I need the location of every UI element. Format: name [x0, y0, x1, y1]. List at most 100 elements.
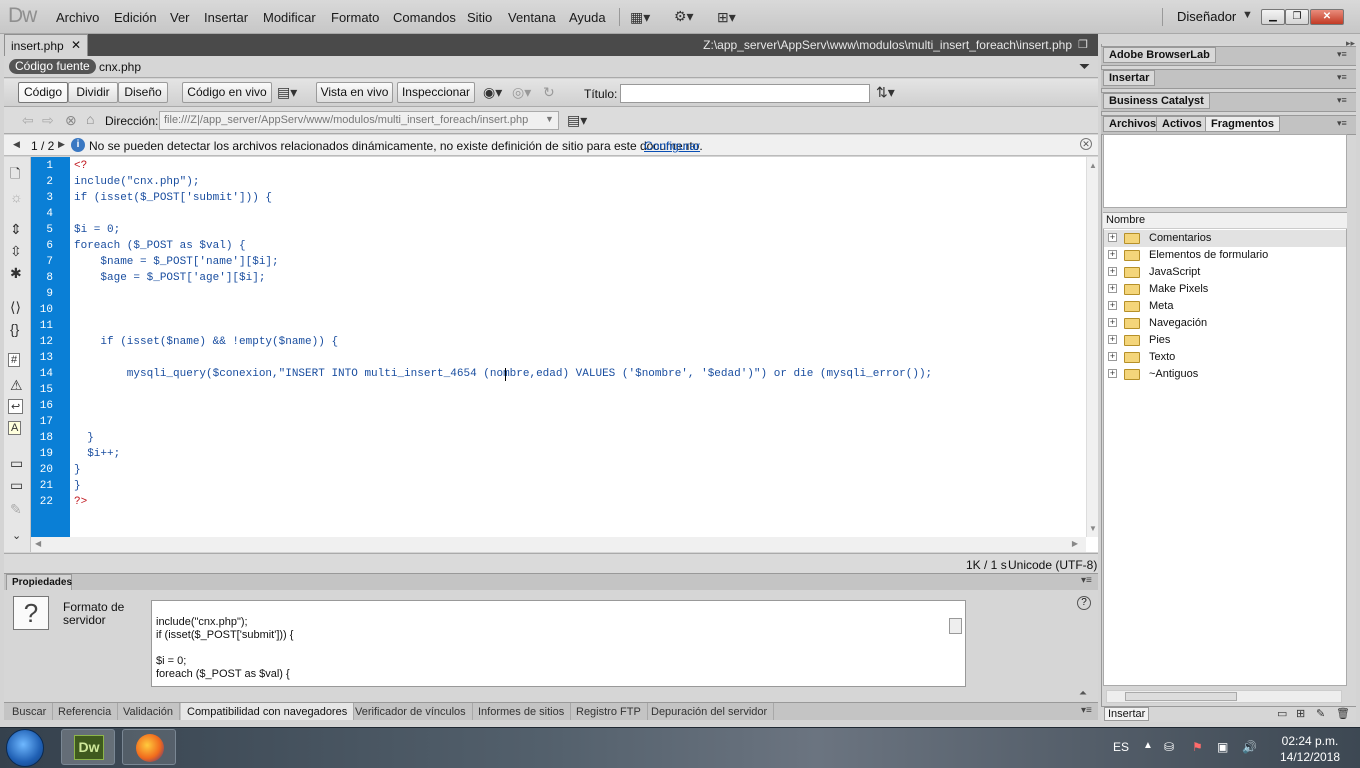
scroll-up-icon[interactable]: ▲ — [1089, 161, 1097, 170]
collapse-selection-icon[interactable]: ⇳ — [10, 243, 22, 260]
gear-icon[interactable]: ⚙▾ — [674, 8, 694, 25]
properties-tab[interactable]: Propiedades — [6, 574, 72, 590]
live-view-options-icon[interactable]: ▤▾ — [277, 84, 297, 101]
code-line[interactable]: if (isset($name) && !empty($name)) { — [74, 336, 338, 348]
balance-braces-icon[interactable]: {} — [10, 321, 19, 337]
code-line[interactable]: } — [74, 480, 81, 492]
new-snippet-icon[interactable]: ⊞ — [1296, 707, 1305, 720]
select-parent-tag-icon[interactable]: ⟨⟩ — [10, 299, 21, 316]
browser-options-icon[interactable]: ▤▾ — [567, 112, 587, 129]
expand-icon[interactable]: + — [1108, 284, 1117, 293]
snippet-folder[interactable]: + Pies — [1104, 332, 1346, 349]
panel-options-icon[interactable]: ▾≡ — [1337, 49, 1347, 60]
business-catalyst-tab[interactable]: Business Catalyst — [1103, 93, 1210, 109]
tab-compatibilidad[interactable]: Compatibilidad con navegadores — [181, 703, 355, 720]
snippet-folder[interactable]: + Meta — [1104, 298, 1346, 315]
expand-icon[interactable]: + — [1108, 301, 1117, 310]
snippets-horizontal-scrollbar[interactable] — [1106, 690, 1342, 703]
file-management-icon[interactable]: ⇅▾ — [876, 84, 895, 101]
tab-informes[interactable]: Informes de sitios — [472, 703, 572, 720]
menu-ver[interactable]: Ver — [170, 10, 190, 25]
snippet-folder[interactable]: + Comentarios — [1104, 230, 1346, 247]
insert-snippet-button[interactable]: Insertar — [1104, 707, 1150, 721]
view-split-button[interactable]: Dividir — [68, 82, 118, 103]
view-design-button[interactable]: Diseño — [118, 82, 168, 103]
open-documents-icon[interactable]: 🗋 — [10, 165, 20, 187]
address-input[interactable]: file:///Z|/app_server/AppServ/www/modulo… — [159, 111, 559, 130]
tab-verificador[interactable]: Verificador de vínculos — [349, 703, 473, 720]
code-line[interactable]: include("cnx.php"); — [74, 176, 199, 188]
show-hidden-icons[interactable]: ▲ — [1143, 740, 1153, 751]
snippet-folder[interactable]: + Navegación — [1104, 315, 1346, 332]
live-view-button[interactable]: Vista en vivo — [316, 82, 393, 103]
code-line[interactable]: if (isset($_POST['submit'])) { — [74, 192, 272, 204]
snippet-folder[interactable]: + ~Antiguos — [1104, 366, 1346, 383]
source-code-tab[interactable]: Código fuente — [9, 59, 96, 74]
forward-icon[interactable]: ⇨ — [42, 112, 54, 129]
highlight-invalid-icon[interactable]: ⚠ — [10, 377, 23, 394]
line-numbers-icon[interactable]: # — [8, 353, 21, 367]
menu-formato[interactable]: Formato — [331, 10, 379, 25]
live-code-button[interactable]: Código en vivo — [182, 82, 272, 103]
code-line[interactable]: $i = 0; — [74, 224, 120, 236]
tab-registro-ftp[interactable]: Registro FTP — [570, 703, 648, 720]
code-line[interactable]: $i++; — [74, 448, 120, 460]
code-editor[interactable] — [4, 157, 1098, 552]
filter-icon[interactable]: ⏷ — [1079, 58, 1090, 75]
code-line[interactable]: $age = $_POST['age'][$i]; — [74, 272, 265, 284]
remove-comment-icon[interactable]: ▭ — [10, 477, 23, 494]
expand-icon[interactable]: + — [1108, 318, 1117, 327]
system-clock[interactable]: 02:24 p.m. 14/12/2018 — [1270, 733, 1350, 765]
new-folder-icon[interactable]: ▭ — [1277, 707, 1287, 720]
code-line[interactable]: } — [74, 432, 94, 444]
tab-fragmentos[interactable]: Fragmentos — [1205, 116, 1280, 132]
word-wrap-icon[interactable]: ↩ — [8, 399, 24, 414]
wrap-tag-icon[interactable]: ✎ — [10, 501, 22, 518]
back-icon[interactable]: ⇦ — [22, 112, 34, 129]
panel-options-icon[interactable]: ▾≡ — [1337, 95, 1347, 106]
snippet-folder[interactable]: + JavaScript — [1104, 264, 1346, 281]
expand-icon[interactable]: + — [1108, 369, 1117, 378]
menu-ayuda[interactable]: Ayuda — [569, 10, 606, 25]
prev-related-icon[interactable]: ◀ — [13, 139, 20, 150]
scroll-down-icon[interactable]: ▼ — [1089, 524, 1097, 533]
code-line[interactable]: } — [74, 464, 81, 476]
taskbar-firefox[interactable] — [122, 729, 176, 765]
apply-comment-icon[interactable]: ▭ — [10, 455, 23, 472]
inspect-button[interactable]: Inspeccionar — [397, 82, 475, 103]
code-line[interactable]: foreach ($_POST as $val) { — [74, 240, 246, 252]
start-button[interactable] — [6, 729, 44, 767]
tab-buscar[interactable]: Buscar — [6, 703, 54, 720]
expand-panel-icon[interactable]: ⏶ — [1079, 688, 1087, 699]
editor-vertical-scrollbar[interactable]: ▲ ▼ — [1086, 157, 1098, 537]
expand-icon[interactable]: + — [1108, 335, 1117, 344]
help-icon[interactable]: ? — [1077, 596, 1091, 610]
tab-activos[interactable]: Activos — [1156, 116, 1208, 132]
close-info-icon[interactable]: ✕ — [1080, 138, 1092, 150]
expand-icon[interactable]: + — [1108, 233, 1117, 242]
more-tools-icon[interactable]: ⌄ — [12, 529, 21, 542]
panel-options-icon[interactable]: ▾≡ — [1337, 118, 1347, 129]
scroll-right-icon[interactable]: ▶ — [1072, 539, 1078, 548]
results-menu-icon[interactable]: ▾≡ — [1081, 705, 1092, 716]
scroll-thumb[interactable] — [1125, 692, 1237, 701]
maximize-button[interactable]: ❐ — [1285, 9, 1309, 25]
expand-icon[interactable]: + — [1108, 352, 1117, 361]
network-tray-icon[interactable]: ⛁ — [1164, 740, 1174, 754]
panel-options-icon[interactable]: ▾≡ — [1337, 72, 1347, 83]
code-line[interactable]: <? — [74, 160, 87, 172]
stop-icon[interactable]: ⊗ — [65, 112, 77, 129]
tab-archivos[interactable]: Archivos — [1103, 116, 1163, 132]
expand-all-icon[interactable]: ✱ — [10, 265, 22, 282]
tab-validacion[interactable]: Validación — [117, 703, 180, 720]
site-icon[interactable]: ⊞▾ — [717, 9, 736, 26]
chevron-down-icon[interactable]: ▼ — [1242, 9, 1253, 21]
workspace-switcher[interactable]: Diseñador — [1177, 9, 1236, 24]
snippet-folder[interactable]: + Elementos de formulario — [1104, 247, 1346, 264]
menu-archivo[interactable]: Archivo — [56, 10, 99, 25]
expand-icon[interactable]: + — [1108, 267, 1117, 276]
configure-link[interactable]: Configurar — [644, 139, 700, 153]
taskbar-dreamweaver[interactable]: Dw — [61, 729, 115, 765]
snippet-folder[interactable]: + Texto — [1104, 349, 1346, 366]
menu-insertar[interactable]: Insertar — [204, 10, 248, 25]
